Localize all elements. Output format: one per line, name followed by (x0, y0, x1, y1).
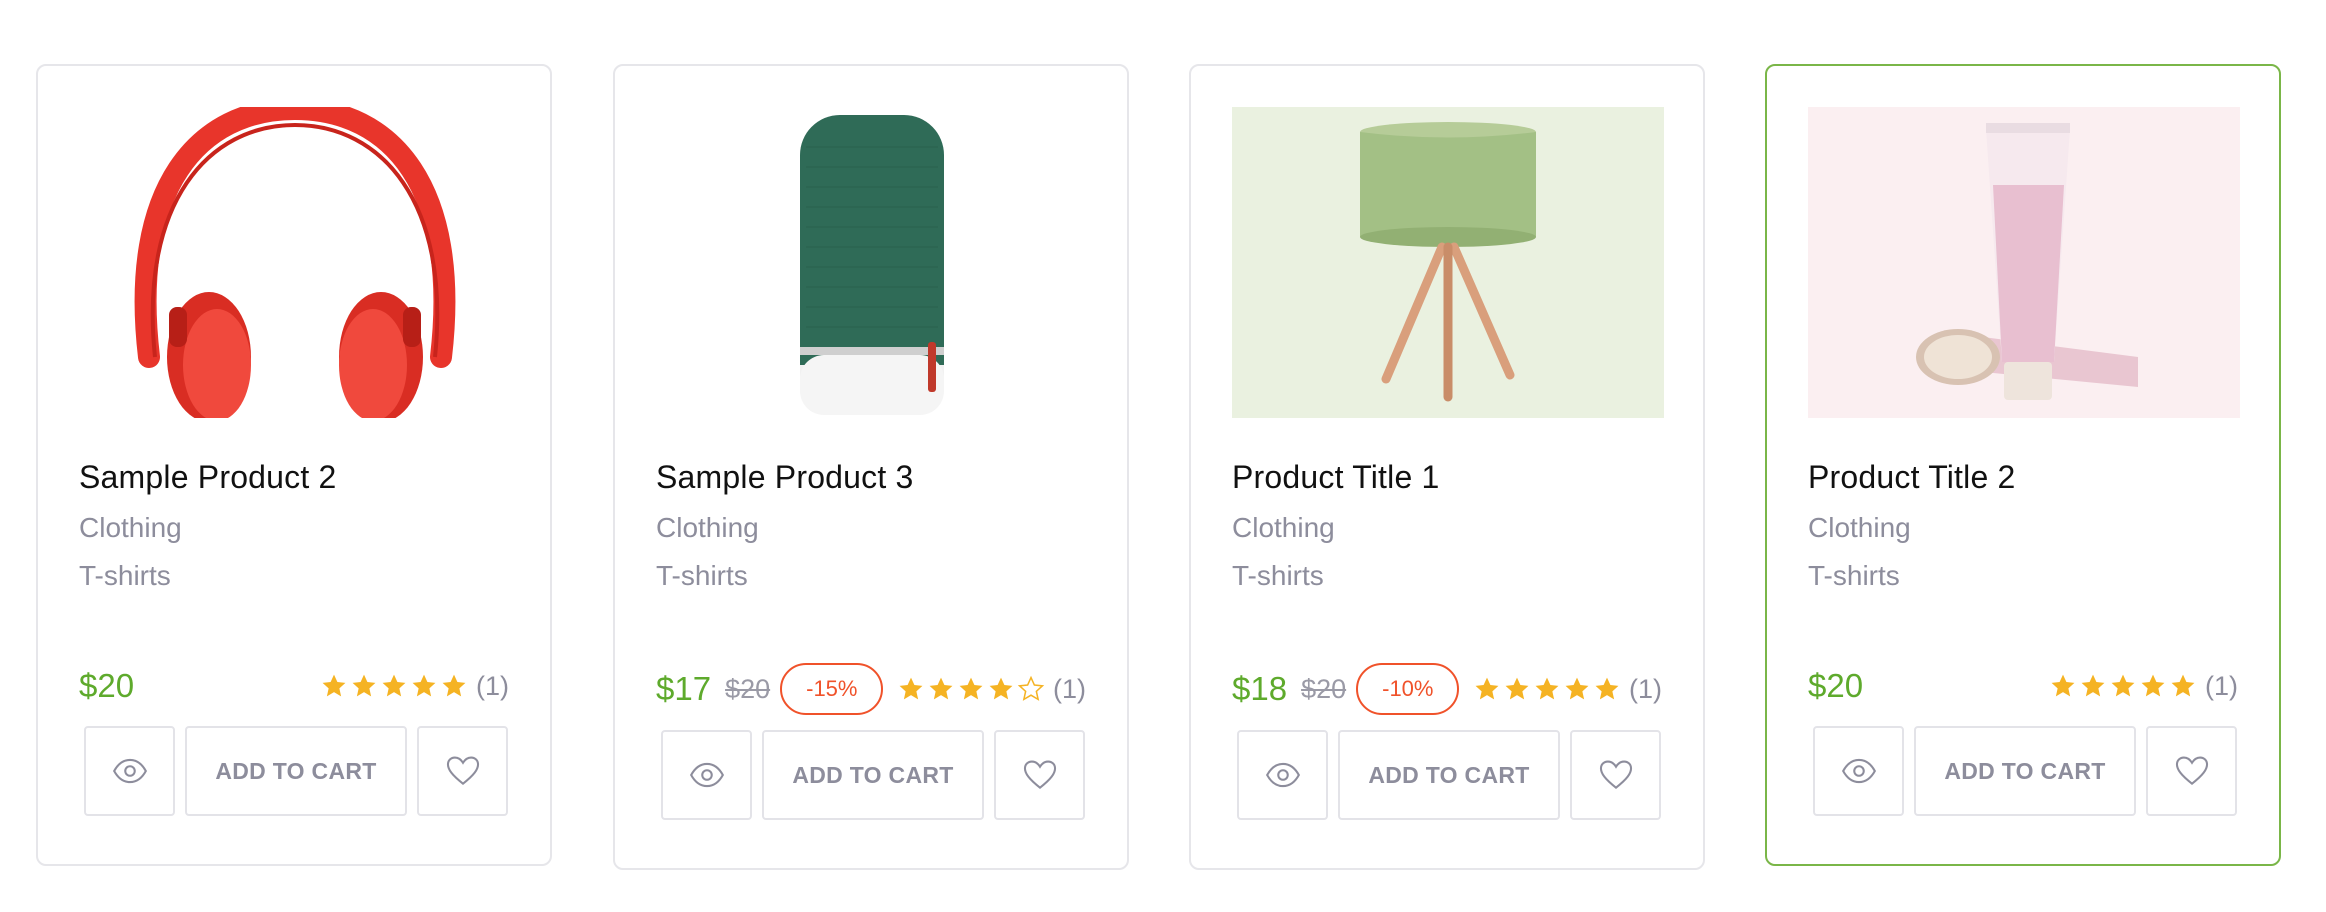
heart-icon (446, 756, 479, 785)
old-price: $20 (1301, 673, 1347, 704)
rating-stars (1473, 675, 1623, 703)
product-image[interactable] (79, 107, 511, 418)
eye-icon (112, 758, 147, 784)
add-to-cart-button[interactable]: ADD TO CART (762, 730, 984, 820)
product-title[interactable]: Product Title 2 (1808, 459, 2016, 496)
star-filled-icon (899, 677, 923, 700)
rating: (1) (320, 671, 509, 702)
wishlist-button[interactable] (1570, 730, 1661, 820)
product-actions: ADD TO CART (1813, 726, 2237, 816)
product-price: $20 (1808, 667, 1864, 704)
wishlist-button[interactable] (2146, 726, 2237, 816)
add-to-cart-button[interactable]: ADD TO CART (1914, 726, 2136, 816)
rating-count: (1) (2205, 670, 2238, 701)
rating: (1) (2049, 671, 2238, 702)
star-filled-icon (1475, 677, 1499, 700)
eye-icon (1265, 762, 1300, 788)
cosmetic-tube-image (1808, 107, 2240, 418)
star-filled-icon (322, 674, 346, 697)
quick-view-button[interactable] (1237, 730, 1328, 820)
product-price: $20 (79, 667, 135, 704)
product-title[interactable]: Sample Product 3 (656, 459, 914, 496)
product-title[interactable]: Sample Product 2 (79, 459, 337, 496)
eye-icon (1841, 758, 1876, 784)
product-card[interactable]: Sample Product 2 Clothing T-shirts $20 (… (36, 64, 552, 866)
star-filled-icon (2051, 674, 2075, 697)
product-price: $17 (656, 670, 712, 707)
discount-badge: -15% (780, 663, 884, 715)
star-filled-icon (2081, 674, 2105, 697)
product-actions: ADD TO CART (1237, 730, 1661, 820)
product-category[interactable]: T-shirts (656, 560, 748, 592)
star-filled-icon (959, 677, 983, 700)
rating-count: (1) (1053, 673, 1086, 704)
product-actions: ADD TO CART (84, 726, 508, 816)
price-row: $17 $20 -15% (1) (656, 662, 1086, 716)
eye-icon (689, 762, 724, 788)
rating: (1) (897, 674, 1086, 705)
star-filled-icon (2141, 674, 2165, 697)
product-actions: ADD TO CART (661, 730, 1085, 820)
star-filled-icon (412, 674, 436, 697)
price-row: $18 $20 -10% (1) (1232, 662, 1662, 716)
star-filled-icon (1565, 677, 1589, 700)
heart-icon (1023, 760, 1056, 789)
quick-view-button[interactable] (1813, 726, 1904, 816)
star-empty-icon (1017, 675, 1045, 701)
product-title[interactable]: Product Title 1 (1232, 459, 1440, 496)
product-card[interactable]: Product Title 2 Clothing T-shirts $20 (1… (1765, 64, 2281, 866)
rating-stars (897, 675, 1047, 703)
product-category[interactable]: Clothing (656, 512, 759, 544)
add-to-cart-button[interactable]: ADD TO CART (1338, 730, 1560, 820)
wishlist-button[interactable] (417, 726, 508, 816)
star-filled-icon (352, 674, 376, 697)
quick-view-button[interactable] (661, 730, 752, 820)
star-filled-icon (382, 674, 406, 697)
product-image[interactable] (656, 107, 1088, 418)
rating-stars (2049, 672, 2199, 700)
heart-icon (2175, 756, 2208, 785)
rating-count: (1) (476, 670, 509, 701)
product-image[interactable] (1232, 107, 1664, 418)
product-category[interactable]: Clothing (1232, 512, 1335, 544)
product-price: $18 (1232, 670, 1288, 707)
star-filled-icon (1505, 677, 1529, 700)
product-category[interactable]: Clothing (1808, 512, 1911, 544)
speaker-image (656, 107, 1088, 418)
headphones-image (79, 107, 511, 418)
rating-stars (320, 672, 470, 700)
price-row: $20 (1) (1808, 659, 2238, 713)
heart-icon (1599, 760, 1632, 789)
star-filled-icon (442, 674, 466, 697)
star-filled-icon (2111, 674, 2135, 697)
add-to-cart-button[interactable]: ADD TO CART (185, 726, 407, 816)
price-row: $20 (1) (79, 659, 509, 713)
product-card[interactable]: Sample Product 3 Clothing T-shirts $17 $… (613, 64, 1129, 870)
wishlist-button[interactable] (994, 730, 1085, 820)
discount-badge: -10% (1356, 663, 1460, 715)
product-category[interactable]: T-shirts (79, 560, 171, 592)
star-filled-icon (1595, 677, 1619, 700)
star-filled-icon (2171, 674, 2195, 697)
product-card[interactable]: Product Title 1 Clothing T-shirts $18 $2… (1189, 64, 1705, 870)
quick-view-button[interactable] (84, 726, 175, 816)
product-image[interactable] (1808, 107, 2240, 418)
old-price: $20 (725, 673, 771, 704)
lamp-image (1232, 107, 1664, 418)
rating: (1) (1473, 674, 1662, 705)
star-filled-icon (929, 677, 953, 700)
product-category[interactable]: T-shirts (1232, 560, 1324, 592)
star-filled-icon (989, 677, 1013, 700)
rating-count: (1) (1629, 673, 1662, 704)
star-filled-icon (1535, 677, 1559, 700)
product-category[interactable]: T-shirts (1808, 560, 1900, 592)
product-category[interactable]: Clothing (79, 512, 182, 544)
